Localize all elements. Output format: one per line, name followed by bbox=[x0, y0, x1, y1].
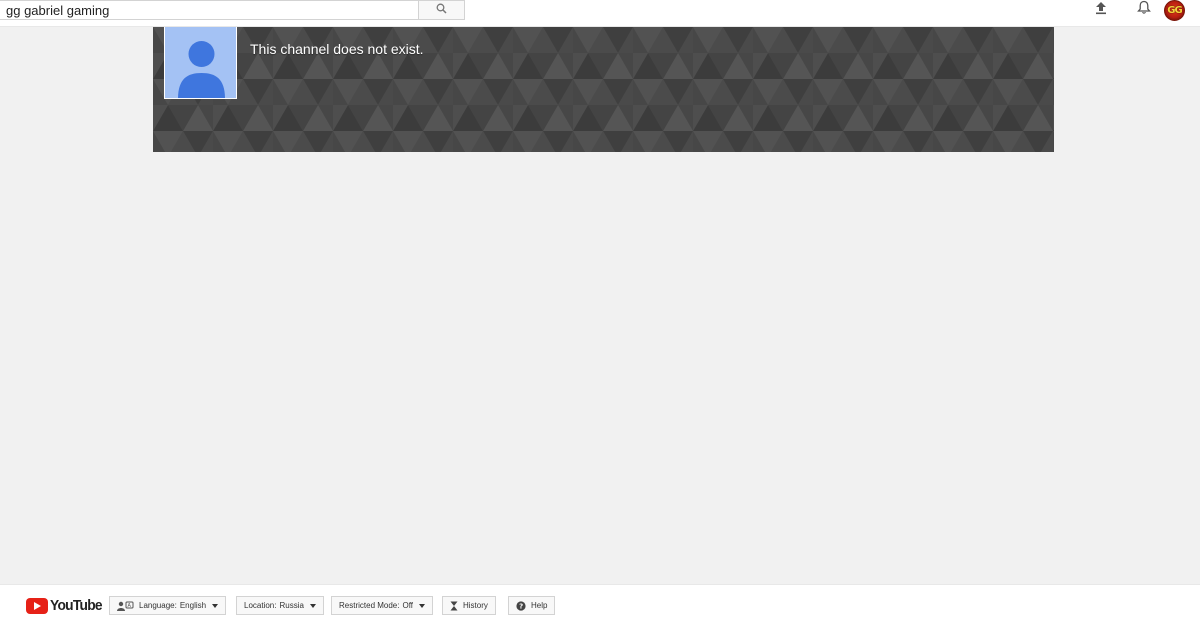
channel-avatar bbox=[164, 27, 237, 99]
default-user-icon bbox=[178, 41, 225, 98]
restricted-mode-value: Off bbox=[402, 601, 413, 610]
notifications-button[interactable] bbox=[1135, 0, 1153, 20]
location-button[interactable]: Location: Russia bbox=[236, 596, 324, 615]
hourglass-icon bbox=[450, 601, 458, 611]
footer: YouTube A Language: English Location: Ru… bbox=[0, 584, 1200, 622]
help-button[interactable]: ? Help bbox=[508, 596, 556, 615]
chevron-down-icon bbox=[212, 603, 219, 608]
language-icon: A bbox=[117, 601, 134, 611]
channel-not-exist-message: This channel does not exist. bbox=[250, 41, 424, 57]
restricted-mode-label: Restricted Mode: bbox=[339, 601, 400, 610]
top-bar: GG bbox=[0, 0, 1200, 27]
chevron-down-icon bbox=[309, 603, 316, 608]
upload-button[interactable] bbox=[1092, 1, 1110, 19]
svg-text:?: ? bbox=[519, 602, 523, 610]
bell-icon bbox=[1137, 0, 1151, 20]
youtube-logo[interactable]: YouTube bbox=[26, 597, 106, 614]
language-value: English bbox=[179, 601, 207, 610]
location-label: Location: bbox=[244, 601, 277, 610]
svg-text:A: A bbox=[128, 603, 132, 609]
language-label: Language: bbox=[139, 601, 177, 610]
account-avatar[interactable]: GG bbox=[1164, 0, 1185, 21]
restricted-mode-button[interactable]: Restricted Mode: Off bbox=[331, 596, 433, 615]
history-button[interactable]: History bbox=[442, 596, 496, 615]
chevron-down-icon bbox=[419, 603, 425, 608]
history-label: History bbox=[463, 601, 488, 610]
search-button[interactable] bbox=[418, 0, 465, 20]
youtube-logo-text: YouTube bbox=[50, 597, 103, 614]
youtube-play-icon bbox=[26, 597, 48, 614]
location-value: Russia bbox=[279, 601, 304, 610]
upload-icon bbox=[1095, 1, 1107, 20]
search-icon bbox=[436, 1, 447, 19]
avatar-initials: GG bbox=[1167, 5, 1182, 16]
search-input[interactable] bbox=[0, 0, 419, 20]
language-button[interactable]: A Language: English bbox=[109, 596, 227, 615]
help-label: Help bbox=[531, 601, 548, 610]
help-icon: ? bbox=[516, 600, 526, 611]
